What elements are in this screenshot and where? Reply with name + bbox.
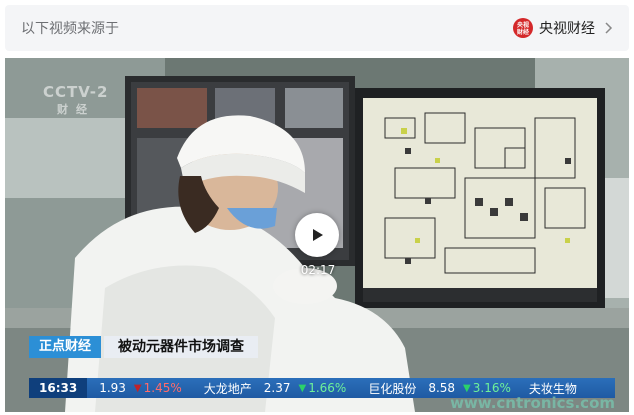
channel-link[interactable]: 央视 财经 央视财经 — [513, 16, 615, 40]
ticker-value: 1.93 — [99, 381, 126, 395]
ticker-value: 8.58 — [428, 381, 456, 395]
cctv-logo-sub: 财经 — [57, 103, 95, 116]
chevron-right-icon — [605, 22, 613, 34]
channel-logo-icon: 央视 财经 — [513, 18, 533, 38]
cctv-logo-text: CCTV-2 — [43, 83, 109, 101]
ticker-change: 3.16% — [472, 381, 511, 395]
news-lower-third: 正点财经 被动元器件市场调查 — [29, 336, 259, 358]
video-duration: 02:17 — [300, 263, 336, 277]
up-arrow-icon: ▼ — [298, 382, 307, 394]
site-watermark: www.cntronics.com — [450, 394, 615, 412]
ticker-time: 16:33 — [29, 378, 88, 398]
program-tag: 正点财经 — [29, 336, 102, 358]
ticker-change: 1.45% — [143, 381, 182, 395]
channel-name: 央视财经 — [539, 21, 595, 37]
cctv-logo: CCTV-2 财经 — [43, 84, 108, 118]
video-player[interactable]: CCTV-2 财经 02:17 正点财经 被动元器件市场调查 16:33 1.9… — [5, 58, 629, 412]
source-label: 以下视频来源于 — [21, 21, 119, 37]
down-arrow-icon: ▼ — [133, 382, 142, 394]
up-arrow-icon: ▼ — [463, 382, 471, 394]
video-source-bar: 以下视频来源于 央视 财经 央视财经 — [5, 5, 629, 51]
news-headline: 被动元器件市场调查 — [104, 336, 259, 358]
ticker-value: 2.37 — [263, 381, 291, 395]
ticker-name: 大龙地产 — [203, 381, 252, 396]
ticker-change: 1.66% — [308, 381, 347, 395]
play-icon — [313, 229, 323, 241]
play-button[interactable] — [295, 213, 339, 257]
ticker-name: 巨化股份 — [368, 381, 417, 396]
